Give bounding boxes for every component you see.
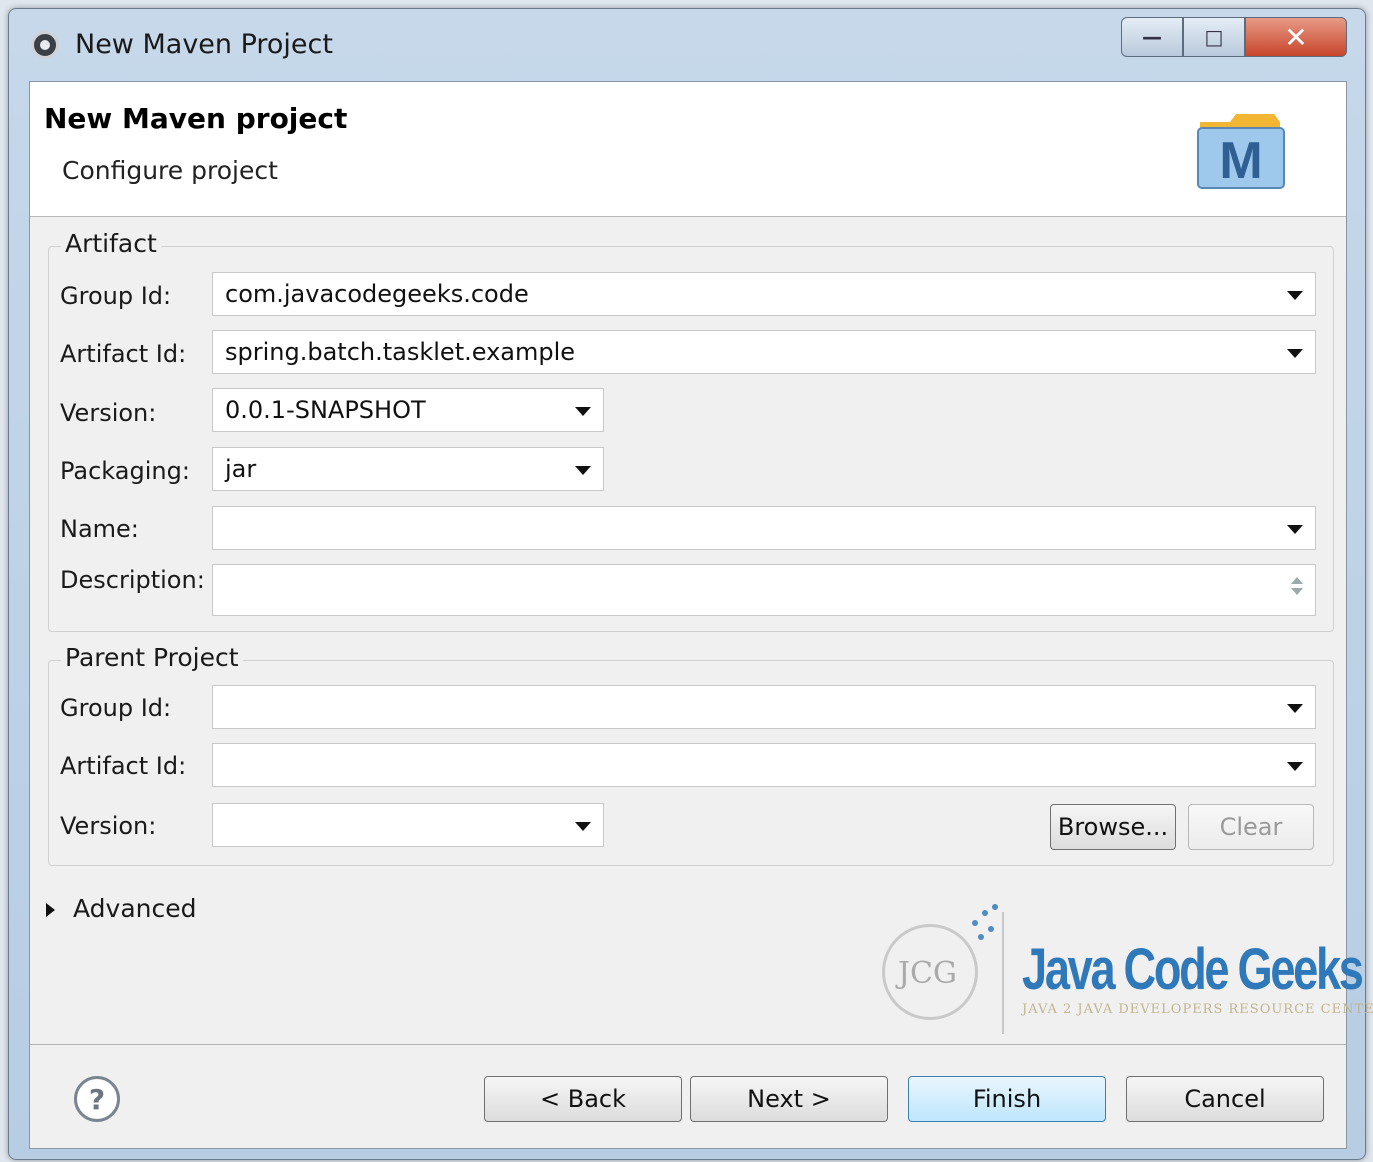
help-icon[interactable]: ? (74, 1076, 120, 1122)
chevron-down-icon[interactable] (1287, 349, 1303, 358)
group-id-combo[interactable]: com.javacodegeeks.code (212, 272, 1316, 316)
chevron-down-icon[interactable] (575, 822, 591, 831)
minimize-button[interactable]: — (1121, 17, 1183, 57)
version-value: 0.0.1-SNAPSHOT (225, 396, 426, 424)
maximize-icon: □ (1204, 25, 1224, 49)
parent-project-group-label: Parent Project (61, 643, 243, 672)
chevron-right-icon (46, 903, 55, 917)
chevron-down-icon[interactable] (1287, 762, 1303, 771)
chevron-down-icon[interactable] (575, 407, 591, 416)
page-title: New Maven project (44, 102, 348, 135)
chevron-down-icon[interactable] (1287, 704, 1303, 713)
jcg-dot-icon (972, 920, 978, 926)
jcg-watermark-logo: JCG Java Code Geeks JAVA 2 JAVA DEVELOPE… (876, 900, 1373, 1040)
maximize-button[interactable]: □ (1183, 17, 1245, 57)
artifact-id-value: spring.batch.tasklet.example (225, 338, 576, 366)
finish-button[interactable]: Finish (908, 1076, 1106, 1122)
name-combo[interactable] (212, 506, 1316, 550)
back-button[interactable]: < Back (484, 1076, 682, 1122)
wizard-banner: New Maven project Configure project M (30, 82, 1346, 217)
title-bar[interactable]: New Maven Project — □ ✕ (9, 9, 1365, 81)
artifact-group-label: Artifact (61, 229, 161, 258)
chevron-down-icon[interactable] (575, 466, 591, 475)
next-button[interactable]: Next > (690, 1076, 888, 1122)
chevron-down-icon[interactable] (1287, 525, 1303, 534)
jcg-dot-icon (982, 910, 988, 916)
jcg-tagline: JAVA 2 JAVA DEVELOPERS RESOURCE CENTER (1022, 1002, 1373, 1017)
jcg-dot-icon (978, 934, 984, 940)
scroll-down-icon[interactable] (1291, 588, 1303, 595)
jcg-dot-icon (988, 926, 994, 932)
scroll-up-icon[interactable] (1291, 577, 1303, 584)
close-icon: ✕ (1284, 20, 1308, 54)
dialog-window: New Maven Project — □ ✕ New Maven projec… (8, 8, 1373, 1160)
parent-version-label: Version: (60, 812, 157, 840)
packaging-value: jar (225, 455, 257, 483)
window-controls: — □ ✕ (1121, 17, 1347, 57)
artifact-id-label: Artifact Id: (60, 340, 187, 368)
parent-group-id-combo[interactable] (212, 685, 1316, 729)
chevron-down-icon[interactable] (1287, 291, 1303, 300)
dialog-content: New Maven project Configure project M Ar… (29, 81, 1373, 1149)
parent-version-combo[interactable] (212, 803, 604, 847)
version-combo[interactable]: 0.0.1-SNAPSHOT (212, 388, 604, 432)
advanced-label: Advanced (73, 894, 197, 923)
clear-button[interactable]: Clear (1188, 804, 1314, 850)
close-button[interactable]: ✕ (1245, 17, 1347, 57)
parent-group-id-label: Group Id: (60, 694, 172, 722)
jcg-initials: JCG (898, 956, 957, 991)
packaging-combo[interactable]: jar (212, 447, 604, 491)
browse-button[interactable]: Browse... (1050, 804, 1176, 850)
artifact-id-combo[interactable]: spring.batch.tasklet.example (212, 330, 1316, 374)
version-label: Version: (60, 399, 157, 427)
parent-artifact-id-label: Artifact Id: (60, 752, 187, 780)
packaging-label: Packaging: (60, 457, 190, 485)
advanced-section-toggle[interactable]: Advanced (46, 894, 197, 923)
description-label: Description: (60, 566, 205, 594)
description-textarea[interactable] (212, 564, 1316, 616)
footer-divider (30, 1044, 1346, 1045)
window-title: New Maven Project (75, 29, 333, 60)
jcg-dot-icon (992, 904, 998, 910)
minimize-icon: — (1142, 25, 1162, 49)
parent-artifact-id-combo[interactable] (212, 743, 1316, 787)
maven-logo-icon: M (1197, 114, 1285, 190)
scrollbar[interactable] (1289, 573, 1305, 603)
group-id-value: com.javacodegeeks.code (225, 280, 529, 308)
name-label: Name: (60, 515, 139, 543)
group-id-label: Group Id: (60, 282, 172, 310)
page-subtitle: Configure project (62, 156, 278, 185)
maven-logo-letter: M (1219, 132, 1262, 190)
cancel-button[interactable]: Cancel (1126, 1076, 1324, 1122)
jcg-divider (1002, 912, 1004, 1034)
jcg-name: Java Code Geeks (1022, 937, 1364, 1002)
eclipse-app-icon (31, 31, 59, 59)
